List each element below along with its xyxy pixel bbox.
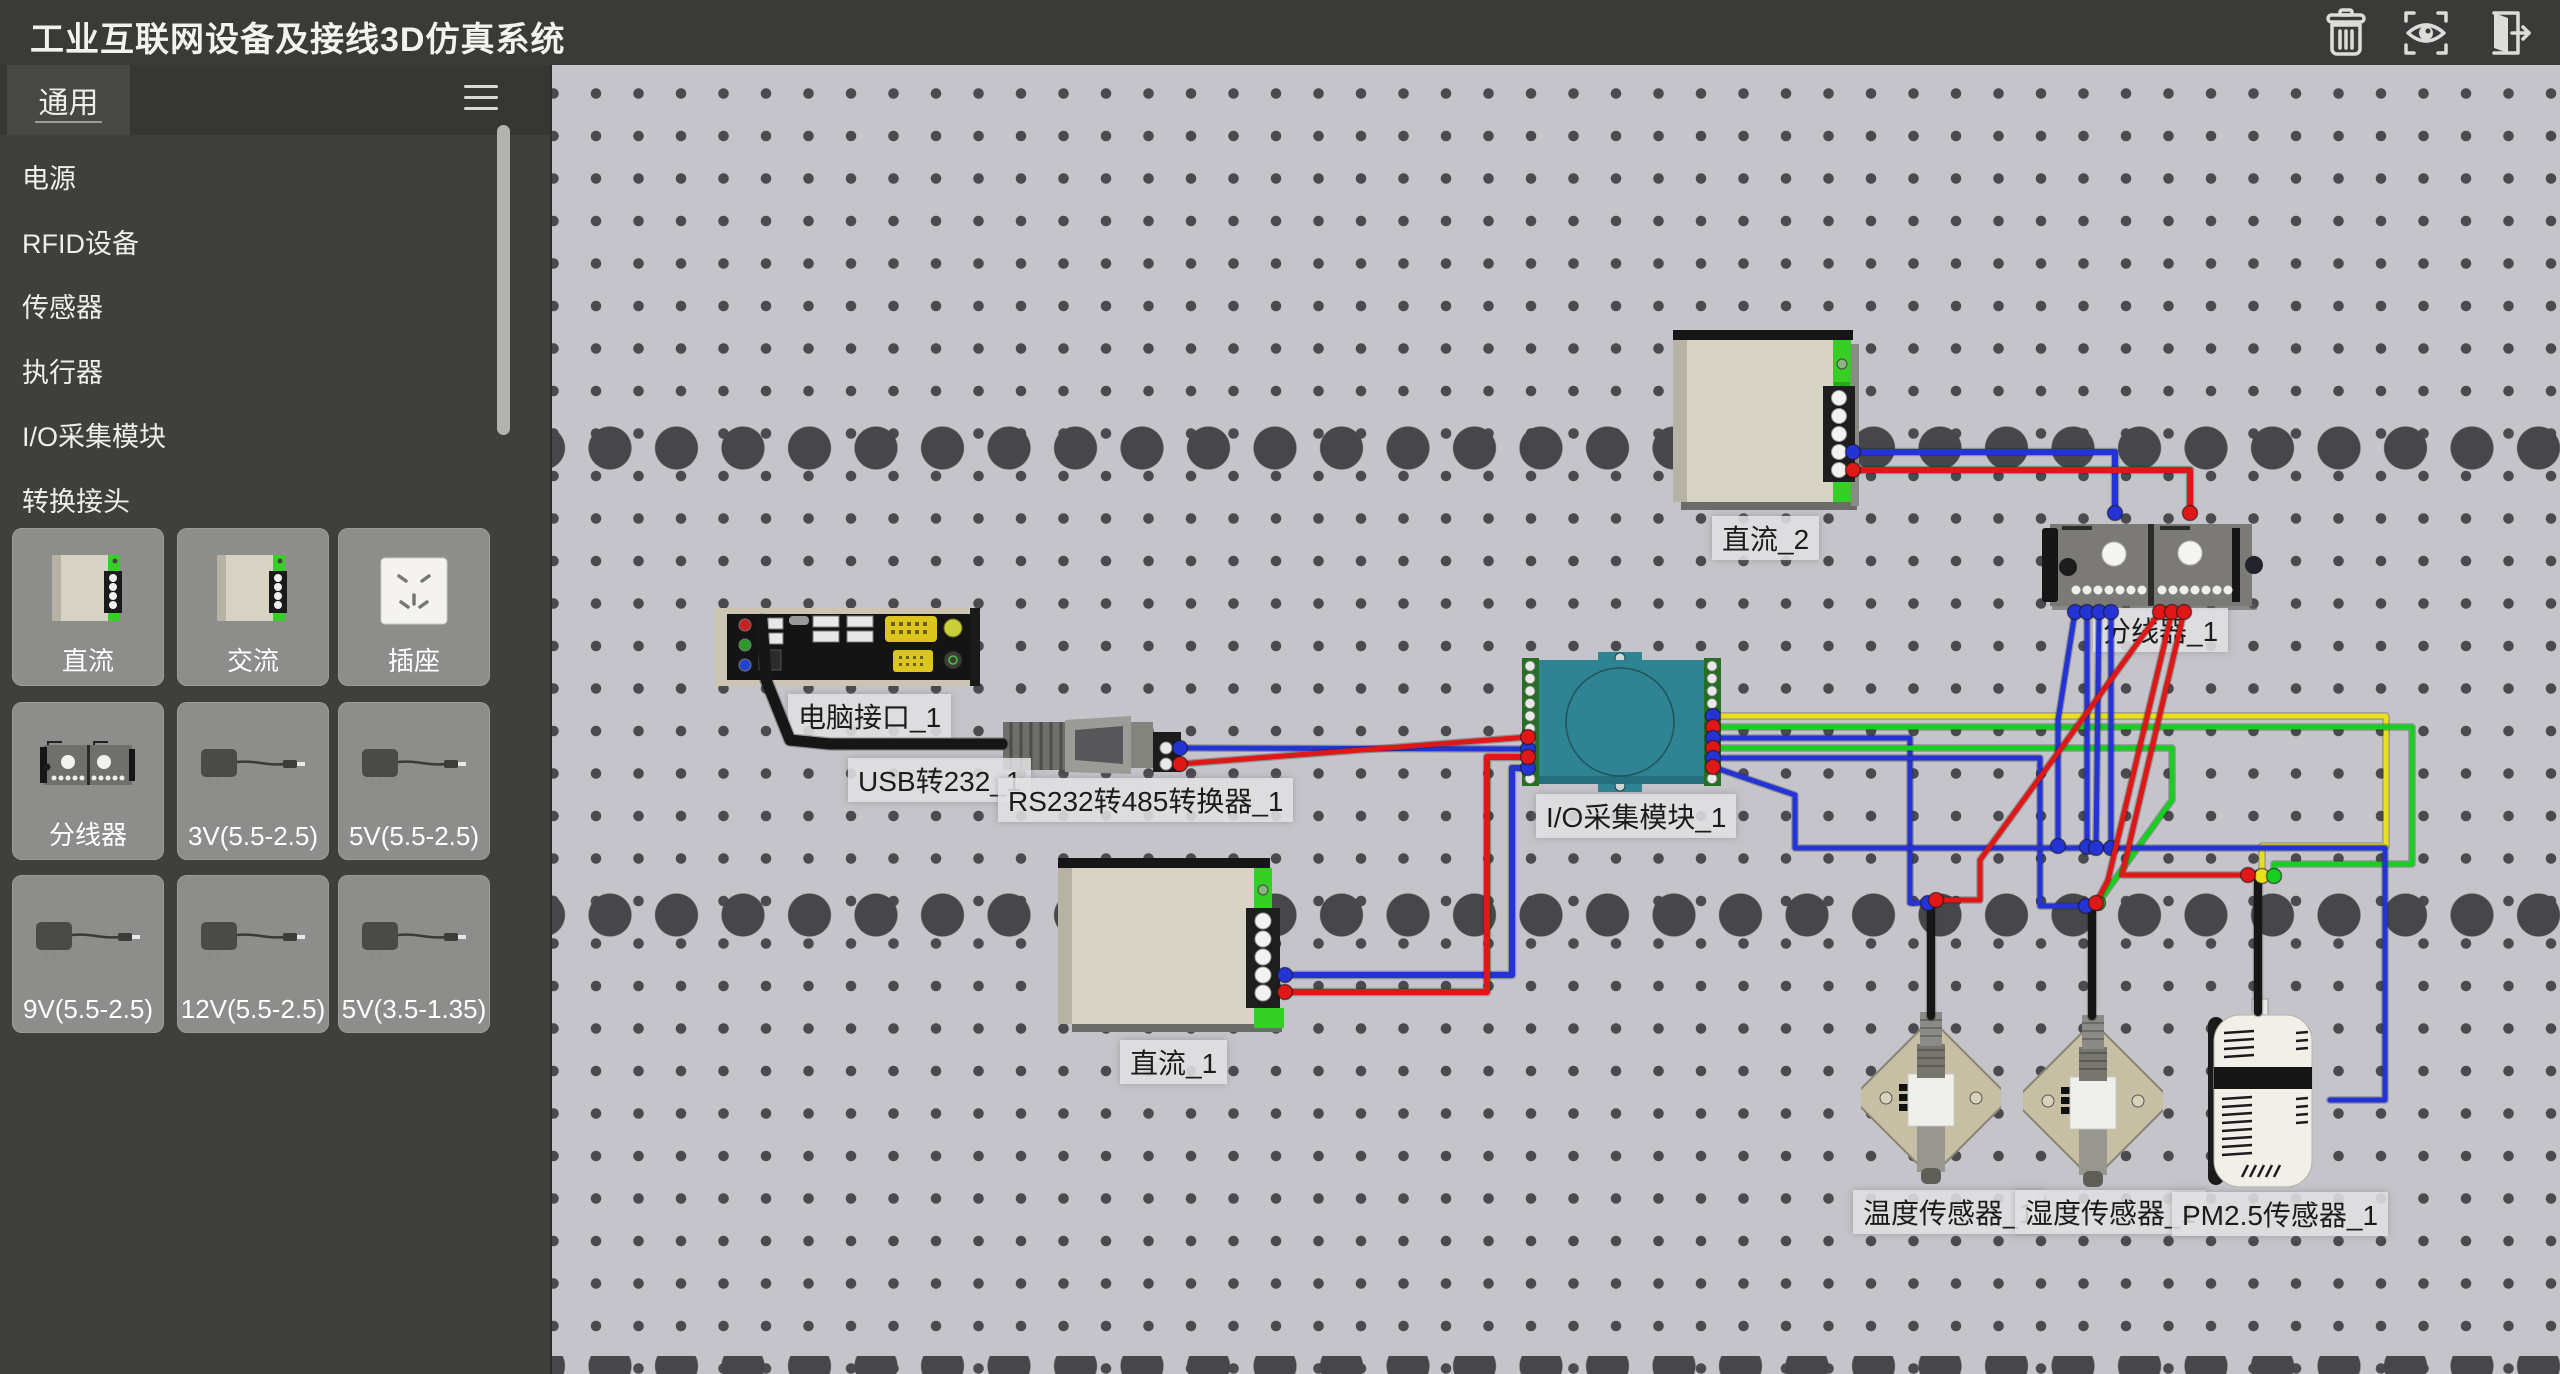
device-pm25-sensor-1[interactable] xyxy=(2200,995,2320,1198)
device-temperature-sensor-1[interactable] xyxy=(1861,990,2001,1195)
card-label: 5V(5.5-2.5) xyxy=(338,821,490,852)
pegboard-hole-band xyxy=(552,1356,2560,1374)
dc-power-icon xyxy=(12,538,164,643)
sidebar-item-adapter[interactable]: 转换接头 xyxy=(0,470,490,535)
view-focus-icon xyxy=(2400,46,2452,63)
card-adapter-5v-small[interactable]: 5V(3.5-1.35) xyxy=(338,875,490,1033)
device-label: 电脑接口_1 xyxy=(788,694,951,738)
device-label: 分线器_1 xyxy=(2093,608,2228,652)
delete-button[interactable] xyxy=(2320,7,2372,59)
power-adapter-icon xyxy=(12,885,164,990)
view-reset-button[interactable] xyxy=(2400,7,2452,59)
splitter-icon xyxy=(12,712,164,817)
tab-general[interactable]: 通用 xyxy=(7,65,130,135)
device-label: PM2.5传感器_1 xyxy=(2172,1192,2388,1236)
card-splitter[interactable]: 分线器 xyxy=(12,702,164,860)
device-label: 直流_2 xyxy=(1712,516,1819,560)
power-adapter-icon xyxy=(177,712,329,817)
card-label: 5V(3.5-1.35) xyxy=(338,994,490,1025)
device-dc-power-1[interactable] xyxy=(1058,858,1288,1039)
card-adapter-12v[interactable]: 12V(5.5-2.5) xyxy=(177,875,329,1033)
component-sidebar: 通用 电源 RFID设备 传感器 执行器 I/O采集模块 转换接头 xyxy=(0,65,552,1374)
card-label: 插座 xyxy=(338,641,490,678)
exit-button[interactable] xyxy=(2480,7,2532,59)
sidebar-item-actuator[interactable]: 执行器 xyxy=(0,341,490,406)
device-io-module-1[interactable] xyxy=(1520,652,1725,797)
card-adapter-9v[interactable]: 9V(5.5-2.5) xyxy=(12,875,164,1033)
tab-underline xyxy=(35,121,102,123)
tab-general-label: 通用 xyxy=(39,78,99,122)
trash-icon xyxy=(2320,46,2372,63)
device-pc-interface-1[interactable] xyxy=(715,608,980,691)
device-label: I/O采集模块_1 xyxy=(1536,794,1736,838)
power-adapter-icon xyxy=(338,885,490,990)
ac-power-icon xyxy=(177,538,329,643)
card-label: 12V(5.5-2.5) xyxy=(177,994,329,1025)
card-label: 9V(5.5-2.5) xyxy=(12,994,164,1025)
socket-icon xyxy=(338,538,490,643)
sidebar-item-rfid[interactable]: RFID设备 xyxy=(0,212,490,277)
sidebar-item-power[interactable]: 电源 xyxy=(0,147,490,212)
power-adapter-icon xyxy=(338,712,490,817)
exit-icon xyxy=(2480,46,2532,63)
category-menu: 电源 RFID设备 传感器 执行器 I/O采集模块 转换接头 xyxy=(0,147,490,534)
card-label: 分线器 xyxy=(12,815,164,852)
device-humidity-sensor-1[interactable] xyxy=(2023,993,2163,1198)
app-title: 工业互联网设备及接线3D仿真系统 xyxy=(30,12,565,61)
device-splitter-1[interactable] xyxy=(2042,520,2270,617)
sidebar-scrollbar[interactable] xyxy=(497,125,510,435)
device-label: RS232转485转换器_1 xyxy=(998,778,1293,822)
sidebar-item-io-module[interactable]: I/O采集模块 xyxy=(0,405,490,470)
pegboard-hole-band xyxy=(552,893,2560,937)
card-label: 直流 xyxy=(12,641,164,678)
card-label: 3V(5.5-2.5) xyxy=(177,821,329,852)
device-dc-power-2[interactable] xyxy=(1665,330,1860,517)
sidebar-header: 通用 xyxy=(0,65,550,135)
pegboard-hole-band xyxy=(552,426,2560,470)
card-socket[interactable]: 插座 xyxy=(338,528,490,686)
card-label: 交流 xyxy=(177,641,329,678)
menu-icon[interactable] xyxy=(464,85,498,113)
card-ac-power[interactable]: 交流 xyxy=(177,528,329,686)
power-adapter-icon xyxy=(177,885,329,990)
card-adapter-3v[interactable]: 3V(5.5-2.5) xyxy=(177,702,329,860)
card-adapter-5v[interactable]: 5V(5.5-2.5) xyxy=(338,702,490,860)
title-bar: 工业互联网设备及接线3D仿真系统 xyxy=(0,0,2560,65)
sidebar-item-sensor[interactable]: 传感器 xyxy=(0,276,490,341)
device-label: 直流_1 xyxy=(1120,1040,1227,1084)
card-dc-power[interactable]: 直流 xyxy=(12,528,164,686)
